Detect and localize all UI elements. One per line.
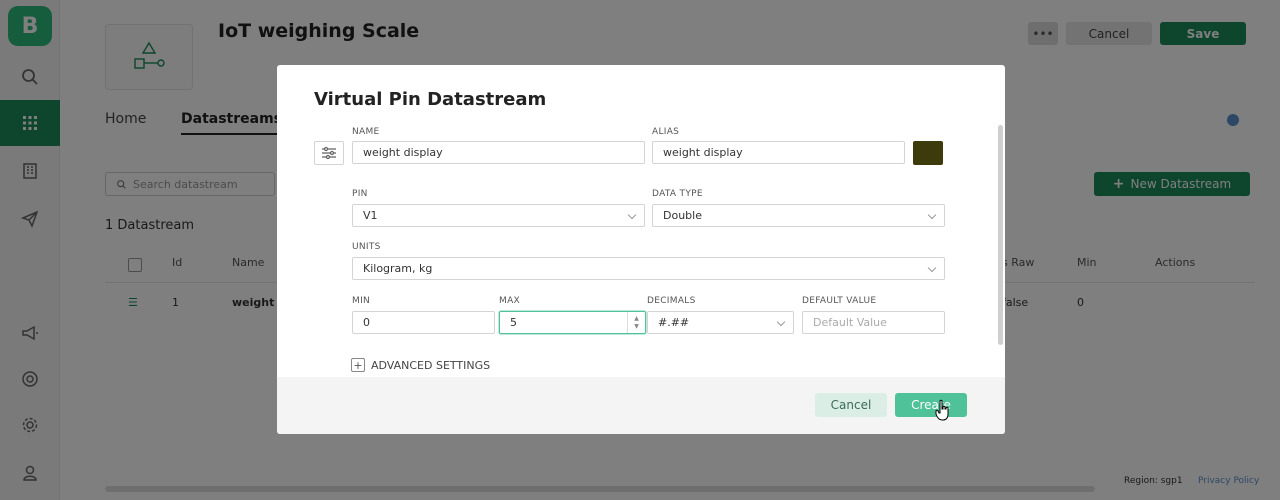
expand-plus-icon: + [351, 358, 365, 372]
pin-select[interactable]: V1 [352, 204, 645, 227]
alias-label: ALIAS [652, 127, 680, 137]
advanced-settings-label: ADVANCED SETTINGS [371, 358, 491, 372]
name-label: NAME [352, 127, 380, 137]
virtual-pin-datastream-dialog: Virtual Pin Datastream NAME weight displ… [277, 65, 1005, 434]
dialog-title: Virtual Pin Datastream [314, 89, 547, 110]
stepper-down-icon[interactable]: ▼ [634, 323, 639, 331]
data-type-select[interactable]: Double [652, 204, 945, 227]
default-value-label: DEFAULT VALUE [802, 296, 877, 306]
datastream-icon-picker[interactable] [314, 141, 344, 165]
chevron-down-icon [627, 210, 637, 220]
default-value-field[interactable]: Default Value [802, 311, 945, 334]
min-field[interactable]: 0 [352, 311, 495, 334]
name-field[interactable]: weight display [352, 141, 645, 164]
dialog-scrollbar[interactable] [998, 125, 1003, 345]
units-value: Kilogram, kg [363, 262, 433, 275]
dialog-cancel-button[interactable]: Cancel [815, 393, 887, 417]
sliders-icon [322, 146, 336, 160]
units-label: UNITS [352, 242, 381, 252]
min-label: MIN [352, 296, 371, 306]
chevron-down-icon [927, 263, 937, 273]
hand-pointer-cursor-icon [935, 399, 949, 421]
max-value: 5 [510, 316, 517, 329]
dialog-footer: Cancel Create [277, 377, 1005, 434]
data-type-value: Double [663, 209, 702, 222]
max-label: MAX [499, 296, 520, 306]
decimals-value: #.## [658, 316, 690, 329]
number-stepper[interactable]: ▲ ▼ [627, 312, 645, 333]
decimals-label: DECIMALS [647, 296, 696, 306]
create-button[interactable]: Create [895, 393, 967, 417]
pin-label: PIN [352, 189, 368, 199]
color-swatch[interactable] [913, 141, 943, 165]
units-select[interactable]: Kilogram, kg [352, 257, 945, 280]
decimals-select[interactable]: #.## [647, 311, 794, 334]
stepper-up-icon[interactable]: ▲ [634, 315, 639, 323]
alias-field[interactable]: weight display [652, 141, 905, 164]
chevron-down-icon [927, 210, 937, 220]
data-type-label: DATA TYPE [652, 189, 703, 199]
advanced-settings-toggle[interactable]: + ADVANCED SETTINGS [351, 358, 490, 372]
chevron-down-icon [776, 317, 786, 327]
max-field[interactable]: 5 ▲ ▼ [499, 311, 646, 334]
pin-value: V1 [363, 209, 378, 222]
